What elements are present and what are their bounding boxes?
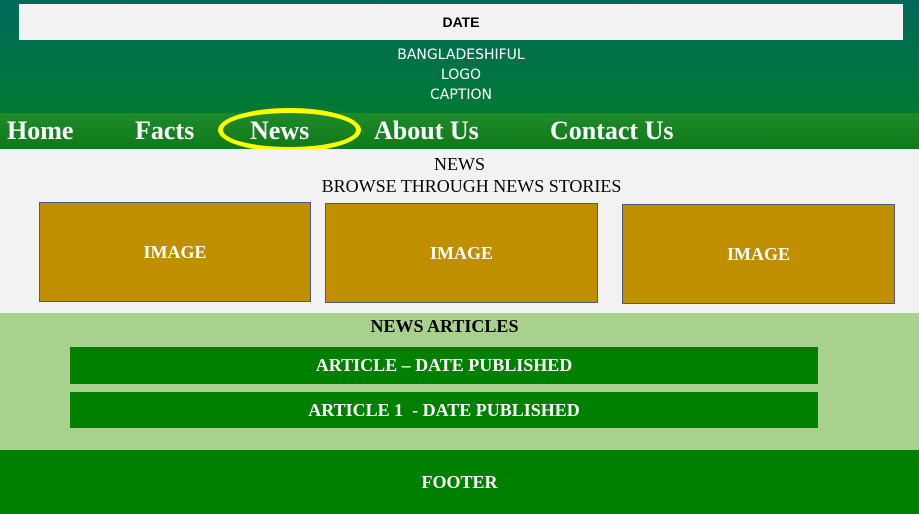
logo-line-1: BANGLADESHIFUL	[397, 47, 525, 63]
main-nav: Home Facts News About Us Contact Us	[0, 113, 919, 149]
active-nav-highlight	[218, 108, 361, 152]
logo-line-2: LOGO	[440, 67, 482, 83]
nav-item-facts[interactable]: Facts	[135, 116, 194, 146]
logo-line-3: CAPTION	[430, 87, 492, 103]
footer: FOOTER	[0, 450, 919, 514]
date-bar: DATE	[19, 4, 903, 40]
news-image-2[interactable]: IMAGE	[325, 203, 598, 303]
logo[interactable]: BANGLADESHIFUL LOGO CAPTION	[360, 45, 562, 109]
news-section: NEWS BROWSE THROUGH NEWS STORIES IMAGE I…	[0, 149, 919, 313]
news-image-3[interactable]: IMAGE	[622, 204, 895, 304]
nav-item-about-us[interactable]: About Us	[374, 116, 479, 146]
news-title: NEWS	[434, 154, 485, 174]
article-item[interactable]: ARTICLE 1 - DATE PUBLISHED	[70, 392, 818, 428]
news-image-1[interactable]: IMAGE	[39, 202, 311, 302]
header: DATE BANGLADESHIFUL LOGO CAPTION	[0, 0, 919, 113]
news-subtitle: BROWSE THROUGH NEWS STORIES	[321, 176, 622, 196]
articles-section: NEWS ARTICLES ARTICLE – DATE PUBLISHED A…	[0, 313, 919, 450]
article-item[interactable]: ARTICLE – DATE PUBLISHED	[70, 347, 818, 384]
nav-item-contact-us[interactable]: Contact Us	[550, 116, 674, 146]
nav-item-home[interactable]: Home	[7, 116, 73, 146]
articles-title: NEWS ARTICLES	[370, 316, 519, 336]
